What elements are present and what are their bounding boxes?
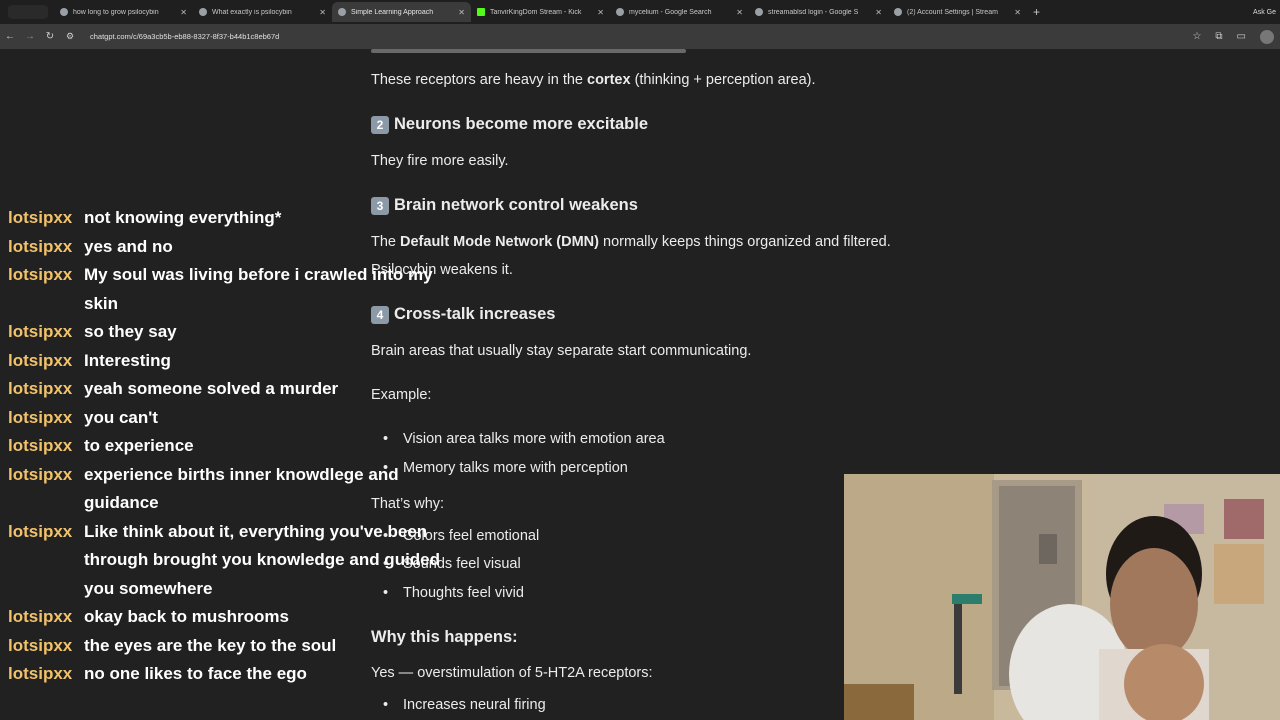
browser-tab[interactable]: TanvirKingDom Stream - Kick ✕: [471, 2, 610, 22]
step-2-heading: 2 Neurons become more excitable: [371, 115, 648, 134]
close-icon[interactable]: ✕: [319, 8, 326, 17]
new-tab-button[interactable]: +: [1033, 5, 1040, 19]
chat-text: you can't: [84, 407, 158, 427]
window-controls[interactable]: [8, 5, 48, 19]
site-settings-icon[interactable]: ⚙: [60, 31, 80, 42]
webcam-overlay: [844, 474, 1280, 720]
chat-message: lotsipxx My soul was living before i craw…: [8, 261, 468, 318]
chat-username: lotsipxx: [8, 436, 73, 455]
chat-message: lotsipxx no one likes to face the ego: [8, 660, 468, 689]
tab-title: What exactly is psilocybin: [212, 8, 292, 16]
tab-title: (2) Account Settings | Stream: [907, 8, 998, 16]
chat-text: so they say: [84, 322, 177, 341]
address-bar-actions: ☆ ⧉ ▭: [1192, 24, 1274, 49]
chat-username: lotsipxx: [8, 265, 73, 284]
chat-message: lotsipxx yes and no: [8, 233, 468, 262]
browser-tab-active[interactable]: Simple Learning Approach ✕: [332, 2, 471, 22]
sidebar-icon[interactable]: ▭: [1237, 31, 1246, 42]
chat-message: lotsipxx yeah someone solved a murder: [8, 375, 468, 404]
chat-message: lotsipxx the eyes are the key to the soul: [8, 632, 468, 661]
chat-text: to experience: [84, 436, 194, 455]
profile-icon[interactable]: [1260, 29, 1274, 44]
chat-text: experience births inner knowdlege and gu…: [84, 464, 399, 513]
tab-title: how long to grow psilocybin: [73, 8, 159, 16]
cut-off-heading: [371, 39, 691, 53]
chat-message: lotsipxx you can't: [8, 404, 468, 433]
intro-bold: cortex: [587, 72, 631, 88]
bookmark-star-icon[interactable]: ☆: [1192, 31, 1201, 42]
forward-icon[interactable]: →: [20, 31, 40, 42]
tab-favicon-icon: [60, 8, 68, 16]
browser-tab[interactable]: (2) Account Settings | Stream ✕: [888, 2, 1027, 22]
tab-favicon-icon: [338, 8, 346, 16]
close-icon[interactable]: ✕: [875, 8, 882, 17]
tab-title: Simple Learning Approach: [351, 8, 434, 16]
chat-text: yeah someone solved a murder: [84, 379, 339, 398]
close-icon[interactable]: ✕: [458, 8, 465, 17]
tab-favicon-icon: [894, 8, 902, 16]
step-2-body: They fire more easily.: [371, 153, 509, 169]
ask-gemini-button[interactable]: Ask Ge: [1253, 0, 1280, 24]
chat-text: no one likes to face the ego: [84, 664, 307, 683]
chat-text: okay back to mushrooms: [84, 607, 290, 626]
chat-message: lotsipxx experience births inner knowdleg…: [8, 461, 468, 518]
step-3-text-post: normally keeps things organized and filt…: [599, 234, 891, 250]
chat-text: Interesting: [84, 350, 171, 370]
chat-message: lotsipxx to experience: [8, 432, 468, 461]
chat-message: lotsipxx not knowing everything*: [8, 204, 468, 233]
chat-username: lotsipxx: [8, 521, 73, 541]
close-icon[interactable]: ✕: [180, 8, 187, 17]
close-icon[interactable]: ✕: [736, 8, 743, 17]
chat-message: lotsipxx so they say: [8, 318, 468, 347]
tab-favicon-icon: [755, 8, 763, 16]
chat-username: lotsipxx: [8, 322, 73, 341]
chat-username: lotsipxx: [8, 607, 73, 626]
chat-username: lotsipxx: [8, 407, 73, 427]
chat-username: lotsipxx: [8, 635, 73, 655]
reload-icon[interactable]: ↻: [40, 31, 60, 42]
close-icon[interactable]: ✕: [597, 8, 604, 17]
tab-favicon-icon: [477, 8, 485, 16]
extensions-icon[interactable]: ⧉: [1215, 31, 1222, 42]
intro-paragraph: These receptors are heavy in the cortex …: [371, 72, 816, 88]
browser-tab[interactable]: streamablsd login - Google S ✕: [749, 2, 888, 22]
chat-message: lotsipxx Interesting: [8, 347, 468, 376]
tab-favicon-icon: [616, 8, 624, 16]
chat-text: yes and no: [84, 236, 173, 256]
browser-tab[interactable]: mycelium - Google Search ✕: [610, 2, 749, 22]
back-icon[interactable]: ←: [0, 31, 20, 42]
chat-message: lotsipxx okay back to mushrooms: [8, 603, 468, 632]
chat-text: My soul was living before i crawled into…: [84, 265, 433, 313]
intro-text-post: (thinking + perception area).: [630, 72, 816, 88]
ask-gemini-label: Ask Ge: [1253, 8, 1276, 16]
step-number-badge: 2: [371, 115, 389, 134]
stream-chat-overlay: lotsipxx not knowing everything* lotsipxx…: [8, 204, 468, 689]
tab-title: mycelium - Google Search: [629, 8, 712, 16]
browser-tab[interactable]: What exactly is psilocybin ✕: [193, 2, 332, 22]
tab-favicon-icon: [199, 8, 207, 16]
chat-username: lotsipxx: [8, 236, 73, 256]
chat-username: lotsipxx: [8, 208, 73, 227]
chat-username: lotsipxx: [8, 350, 73, 370]
close-icon[interactable]: ✕: [1014, 8, 1021, 17]
chat-message: lotsipxx Like think about it, everything …: [8, 518, 468, 604]
intro-text-pre: These receptors are heavy in the: [371, 72, 588, 88]
step-2-title: Neurons become more excitable: [394, 115, 649, 133]
chat-text: Like think about it, everything you've b…: [84, 521, 441, 598]
chat-username: lotsipxx: [8, 464, 73, 484]
chat-username: lotsipxx: [8, 379, 73, 398]
chat-username: lotsipxx: [8, 664, 73, 683]
tab-title: TanvirKingDom Stream - Kick: [490, 8, 582, 16]
chat-text: the eyes are the key to the soul: [84, 635, 337, 655]
url-field[interactable]: chatgpt.com/c/69a3cb5b-eb88-8327-8f37-b4…: [90, 32, 279, 41]
browser-tab[interactable]: how long to grow psilocybin ✕: [54, 2, 193, 22]
webcam-scene: [844, 474, 1280, 720]
browser-tab-strip: how long to grow psilocybin ✕ What exactl…: [0, 0, 1280, 24]
chat-text: not knowing everything*: [84, 208, 282, 227]
tab-title: streamablsd login - Google S: [768, 8, 859, 16]
why-body-list-item: Increases neural firing: [371, 697, 546, 713]
